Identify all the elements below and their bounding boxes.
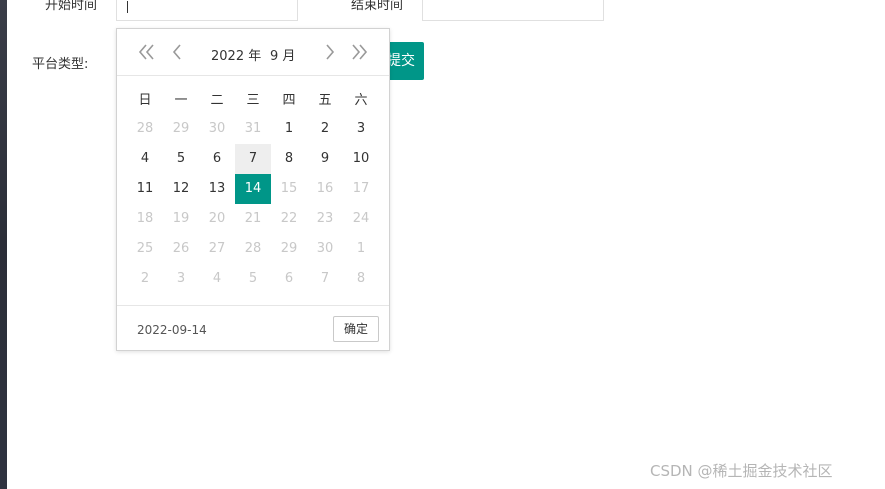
weekday-label: 四 [282,93,296,108]
date-cell[interactable]: 8 [271,144,307,174]
weekday-label: 日 [138,93,152,108]
date-cell-selected[interactable]: 14 [235,174,271,204]
date-cell[interactable]: 6 [199,144,235,174]
next-year-icon[interactable] [349,42,369,62]
date-cell[interactable]: 13 [199,174,235,204]
watermark: CSDN @稀土掘金技术社区 [650,462,833,480]
date-cell[interactable]: 12 [163,174,199,204]
next-month-icon[interactable] [320,42,340,62]
date-cell[interactable]: 10 [343,144,379,174]
header-month[interactable]: 9 月 [270,45,295,64]
text-caret [127,1,128,13]
date-cell-disabled: 16 [316,181,334,196]
date-cell-disabled: 5 [248,271,258,286]
end-time-input[interactable] [422,0,604,21]
selected-date-preview: 2022-09-14 [137,323,207,337]
date-cell-disabled: 6 [284,271,294,286]
start-time-input[interactable] [116,0,298,21]
date-cell[interactable]: 3 [343,114,379,144]
date-cell-disabled: 3 [176,271,186,286]
date-picker-footer: 2022-09-14 确定 [117,305,389,351]
date-cell[interactable]: 11 [127,174,163,204]
date-cell-disabled: 17 [352,181,370,196]
platform-type-label: 平台类型: [32,57,89,72]
weekday-label: 六 [354,93,368,108]
date-cell-disabled: 26 [172,241,190,256]
date-cell[interactable]: 2 [307,114,343,144]
date-cell[interactable]: 29 [163,114,199,144]
date-cell[interactable]: 4 [127,144,163,174]
date-cell[interactable]: 30 [199,114,235,144]
date-cell-disabled: 30 [316,241,334,256]
prev-month-icon[interactable] [167,42,187,62]
weekday-label: 一 [174,93,188,108]
date-cell-disabled: 1 [356,241,366,256]
date-grid: 28 29 30 31 1 2 3 4 5 6 7 8 9 10 11 12 1… [127,114,379,294]
weekday-label: 五 [318,93,332,108]
date-cell-disabled: 22 [280,211,298,226]
date-cell-today[interactable]: 7 [235,144,271,174]
weekday-header-row: 日 一 二 三 四 五 六 [127,89,379,113]
date-cell[interactable]: 1 [271,114,307,144]
start-time-label: 开始时间 [45,0,98,13]
date-cell[interactable]: 5 [163,144,199,174]
confirm-button[interactable]: 确定 [333,316,379,342]
date-cell-disabled: 15 [280,181,298,196]
header-year[interactable]: 2022 年 [211,45,261,64]
date-picker-header: 2022 年 9 月 [117,29,389,76]
date-cell[interactable]: 9 [307,144,343,174]
date-cell-disabled: 28 [244,241,262,256]
weekday-label: 二 [210,93,224,108]
date-cell-disabled: 29 [280,241,298,256]
date-cell-disabled: 8 [356,271,366,286]
date-cell-disabled: 21 [244,211,262,226]
date-cell[interactable]: 31 [235,114,271,144]
date-picker-panel: 2022 年 9 月 日 一 二 三 四 五 六 28 29 30 31 1 2… [116,28,390,351]
date-cell-disabled: 23 [316,211,334,226]
weekday-label: 三 [246,93,260,108]
date-cell[interactable]: 28 [127,114,163,144]
left-sidebar-edge [0,0,7,489]
date-cell-disabled: 2 [140,271,150,286]
date-cell-disabled: 25 [136,241,154,256]
date-cell-disabled: 19 [172,211,190,226]
date-cell-disabled: 18 [136,211,154,226]
prev-year-icon[interactable] [137,42,157,62]
date-cell-disabled: 7 [320,271,330,286]
end-time-label: 结束时间 [351,0,404,13]
date-cell-disabled: 27 [208,241,226,256]
date-cell-disabled: 20 [208,211,226,226]
date-cell-disabled: 4 [212,271,222,286]
date-cell-disabled: 24 [352,211,370,226]
